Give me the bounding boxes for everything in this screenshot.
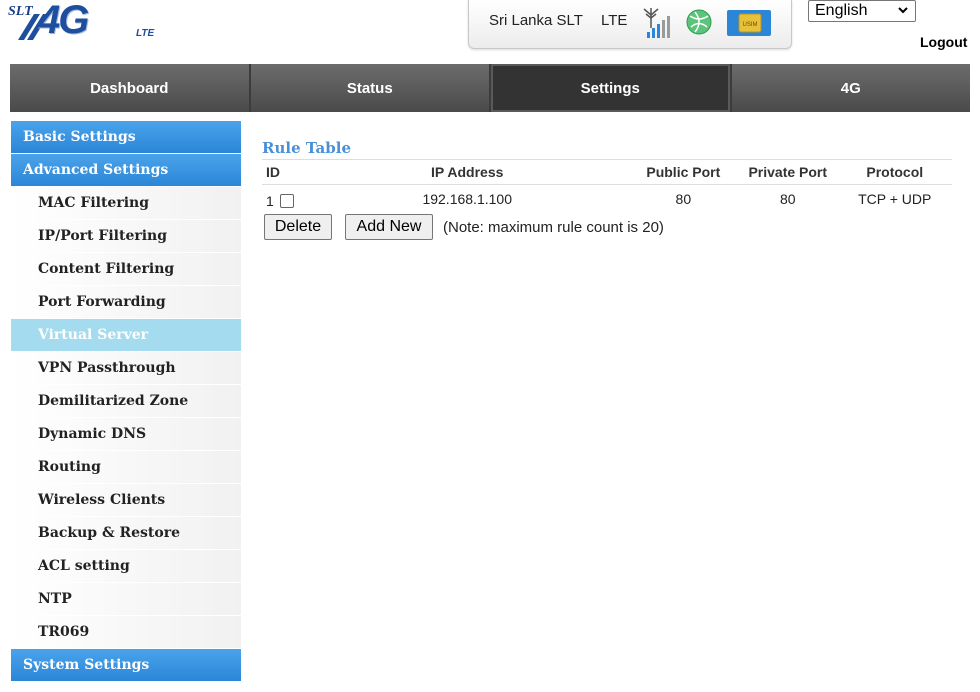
cell-private-port: 80 (779, 191, 796, 207)
rule-table: ID IP Address Public Port Private Port P… (262, 159, 952, 213)
sim-card-icon: USIM (727, 10, 771, 36)
sidebar-item-ip-port-filtering[interactable]: IP/Port Filtering (11, 220, 241, 252)
tab-settings[interactable]: Settings (491, 64, 732, 112)
cell-protocol: TCP + UDP (858, 191, 932, 207)
tab-dashboard[interactable]: Dashboard (10, 64, 251, 112)
column-header-protocol: Protocol (837, 159, 952, 185)
slt-4g-logo: SLT 4G LTE (8, 0, 168, 48)
rule-limit-note: (Note: maximum rule count is 20) (443, 218, 664, 236)
cell-public-port: 80 (675, 191, 692, 207)
column-header-id: ID (262, 159, 306, 185)
sidebar-item-tr069[interactable]: TR069 (11, 616, 241, 648)
table-row: 1 192.168.1.100 80 80 TCP + UDP (262, 185, 952, 214)
top-navigation: Dashboard Status Settings 4G (10, 64, 970, 112)
sidebar-item-routing[interactable]: Routing (11, 451, 241, 483)
signal-strength-icon (643, 8, 670, 38)
sidebar-basic-settings[interactable]: Basic Settings (11, 121, 241, 153)
settings-sidebar: Basic Settings Advanced Settings MAC Fil… (11, 121, 241, 682)
operator-name: Sri Lanka SLT (489, 12, 583, 29)
virtual-server-panel: Rule Table ID IP Address Public Port Pri… (262, 139, 952, 240)
table-header-row: ID IP Address Public Port Private Port P… (262, 159, 952, 185)
rule-table-title: Rule Table (262, 139, 352, 157)
sidebar-system-settings[interactable]: System Settings (11, 649, 241, 681)
connection-status-panel: Sri Lanka SLT LTE USIM (468, 0, 792, 49)
cell-id: 1 (262, 185, 306, 214)
sim-label: USIM (743, 22, 758, 28)
logout-link[interactable]: Logout (920, 34, 967, 50)
column-header-private-port: Private Port (738, 159, 838, 185)
column-header-ip-address: IP Address (305, 159, 629, 185)
rule-select-checkbox[interactable] (279, 194, 294, 208)
sidebar-item-backup-restore[interactable]: Backup & Restore (11, 517, 241, 549)
rule-id: 1 (266, 193, 274, 209)
sidebar-advanced-settings[interactable]: Advanced Settings (11, 154, 241, 186)
add-new-button[interactable]: Add New (345, 214, 433, 240)
sidebar-item-dynamic-dns[interactable]: Dynamic DNS (11, 418, 241, 450)
sidebar-item-virtual-server[interactable]: Virtual Server (11, 319, 241, 351)
column-header-public-port: Public Port (628, 159, 738, 185)
logo-product: 4G (38, 0, 89, 42)
sidebar-item-port-forwarding[interactable]: Port Forwarding (11, 286, 241, 318)
language-selected: English (815, 2, 868, 19)
sidebar-item-wireless-clients[interactable]: Wireless Clients (11, 484, 241, 516)
sidebar-item-demilitarized-zone[interactable]: Demilitarized Zone (11, 385, 241, 417)
cell-ip-address: 192.168.1.100 (422, 191, 512, 207)
sidebar-item-ntp[interactable]: NTP (11, 583, 241, 615)
chevron-down-icon (898, 7, 908, 14)
sidebar-item-mac-filtering[interactable]: MAC Filtering (11, 187, 241, 219)
language-select[interactable]: English (808, 0, 916, 22)
tab-status[interactable]: Status (250, 64, 491, 112)
tab-4g[interactable]: 4G (731, 64, 970, 112)
sidebar-item-acl-setting[interactable]: ACL setting (11, 550, 241, 582)
delete-button[interactable]: Delete (264, 214, 332, 240)
sidebar-item-content-filtering[interactable]: Content Filtering (11, 253, 241, 285)
logo-suffix: LTE (136, 28, 155, 39)
sidebar-item-vpn-passthrough[interactable]: VPN Passthrough (11, 352, 241, 384)
rule-actions: Delete Add New (Note: maximum rule count… (264, 214, 664, 240)
network-type: LTE (601, 12, 628, 29)
internet-globe-icon (686, 9, 712, 35)
